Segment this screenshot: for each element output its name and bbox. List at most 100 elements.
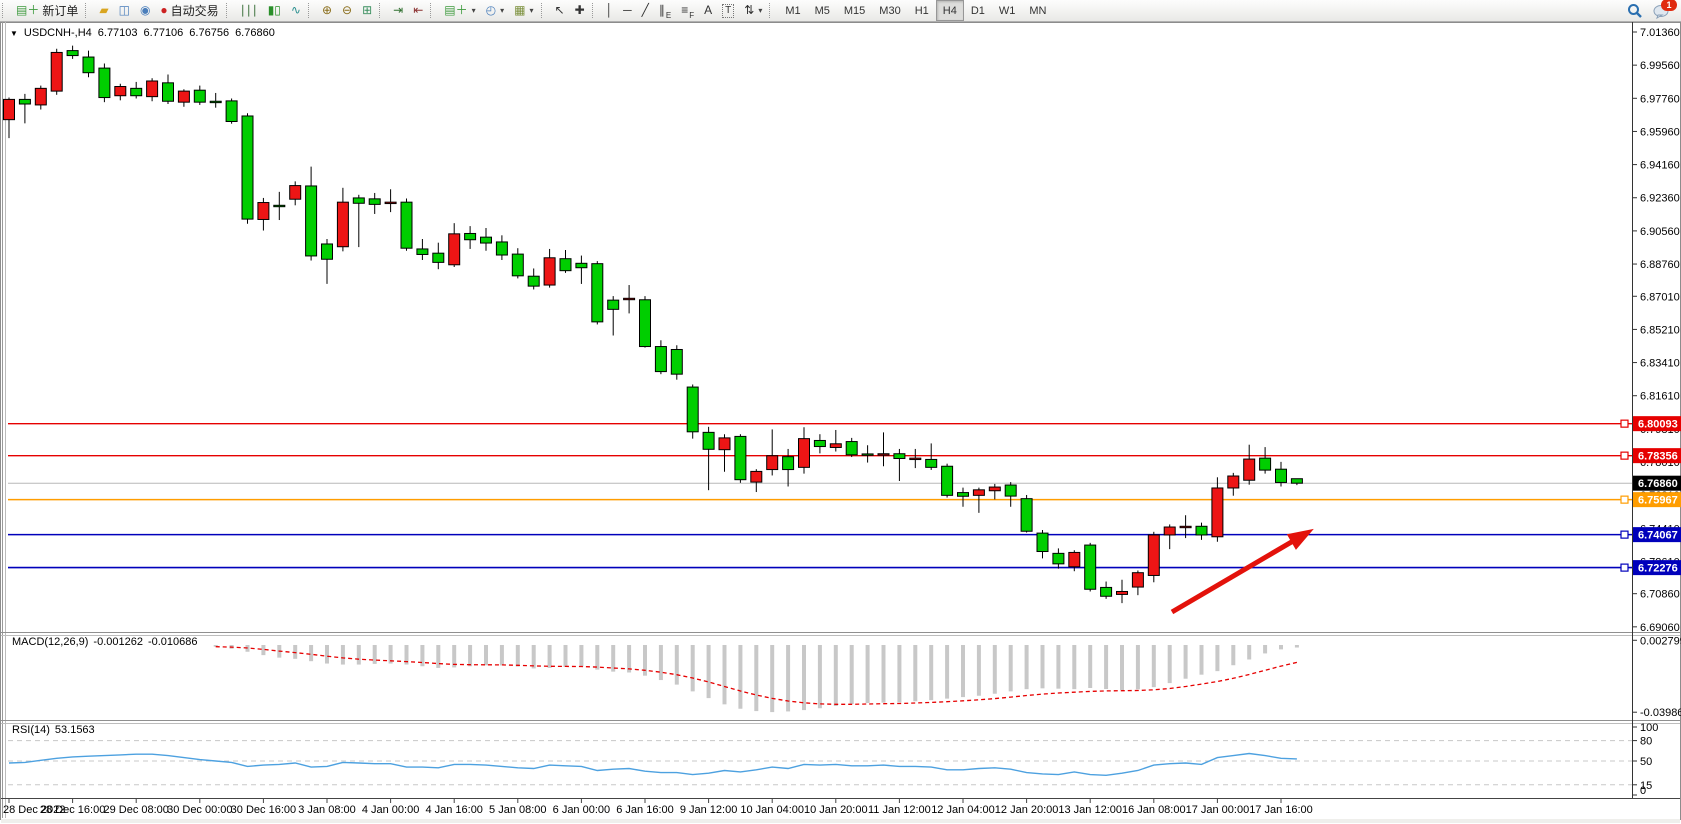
rsi-title: RSI(14) [12, 724, 50, 736]
auto-scroll-button[interactable]: ⇥ [388, 0, 408, 21]
timeframe-d1-button[interactable]: D1 [964, 0, 992, 21]
rsi-label: RSI(14)53.1563 [12, 724, 100, 736]
cursor-icon: ↖ [555, 1, 565, 20]
time-axis-label: 29 Dec 08:00 [103, 804, 168, 816]
macd-histogram-bar [913, 645, 917, 701]
time-axis-label: 6 Jan 00:00 [553, 804, 611, 816]
toolbar-group-cursor-tools: ↖✚ [550, 0, 590, 21]
horizontal-line-button[interactable]: ─ [618, 0, 637, 21]
tile-windows-button[interactable]: ⊞ [357, 0, 377, 21]
macd-histogram-bar [341, 645, 345, 665]
cursor-button[interactable]: ↖ [550, 0, 570, 21]
chevron-down-icon[interactable]: ▾ [529, 6, 533, 15]
notifications-icon[interactable]: 1 [1653, 3, 1671, 19]
trendline-button[interactable]: ╱ [637, 0, 654, 21]
timeframe-m5-button-label: M5 [815, 5, 830, 17]
text-label-button[interactable]: T [717, 0, 739, 21]
bar-chart-button[interactable]: ∣∣∣ [235, 0, 263, 21]
candle [1085, 543, 1096, 592]
close-value: 6.76860 [235, 27, 275, 39]
bottom-strip [1, 819, 1680, 823]
hline-resistance-1-handle[interactable] [1621, 420, 1628, 427]
autotrading-icon: ● [160, 1, 167, 20]
data-window-icon[interactable]: ◫ [114, 0, 135, 21]
crosshair-button[interactable]: ✚ [570, 0, 590, 21]
macd-histogram-bar [595, 645, 599, 670]
low-value: 6.76756 [189, 27, 229, 39]
hline-support-1-handle[interactable] [1621, 531, 1628, 538]
text-button[interactable]: A [699, 0, 717, 21]
zoom-out-button[interactable]: ⊖ [337, 0, 357, 21]
profiles-icon[interactable]: ▰ [94, 0, 113, 21]
periods-button[interactable]: ◴▾ [481, 0, 510, 21]
new-order-button[interactable]: ▤＋新订单 [11, 0, 83, 21]
search-icon[interactable] [1627, 3, 1643, 19]
timeframe-w1-button-label: W1 [999, 5, 1016, 17]
macd-histogram-bar [1231, 645, 1235, 665]
macd-histogram-bar [1104, 645, 1108, 689]
new-chart-button[interactable]: ▤＋▾ [439, 0, 480, 21]
text-icon: A [704, 1, 712, 20]
toolbar-separator [308, 3, 314, 18]
timeframe-mn-button-label: MN [1029, 5, 1046, 17]
chevron-down-icon[interactable]: ▾ [500, 6, 504, 15]
timeframe-m1-button[interactable]: M1 [778, 0, 807, 21]
timeframe-m5-button[interactable]: M5 [808, 0, 837, 21]
bid-price-line-price-badge-text: 6.76860 [1638, 478, 1678, 490]
toolbar-separator [226, 3, 232, 18]
macd-histogram-bar [1168, 645, 1172, 683]
timeframe-h4-button[interactable]: H4 [936, 0, 964, 21]
price-axis-label: 6.88760 [1640, 259, 1680, 271]
timeframe-m15-button[interactable]: M15 [837, 0, 872, 21]
chevron-down-icon[interactable]: ▾ [472, 6, 476, 15]
macd-histogram-bar [691, 645, 695, 691]
macd-histogram-bar [866, 645, 870, 703]
vertical-line-button[interactable]: │ [601, 0, 619, 21]
chart-canvas[interactable]: 7.013606.995606.977606.959606.941606.923… [0, 0, 1681, 824]
chart-menu-arrow-icon[interactable]: ▼ [10, 29, 18, 38]
news-icon[interactable]: ◉ [135, 0, 155, 21]
toolbar-separator [592, 3, 598, 18]
new-order-button-label: 新订单 [42, 2, 78, 19]
candlestick-chart-button[interactable]: ▮▯ [263, 0, 286, 21]
timeframe-h1-button[interactable]: H1 [908, 0, 936, 21]
time-axis-label: 28 Dec 16:00 [40, 804, 105, 816]
candle [99, 63, 110, 102]
macd-histogram-bar [802, 645, 806, 710]
chart-shift-button[interactable]: ⇤ [408, 0, 428, 21]
macd-scale-min: -0.03986 [1640, 707, 1681, 719]
zoom-in-button[interactable]: ⊕ [317, 0, 337, 21]
autotrading-button[interactable]: ●自动交易 [155, 0, 223, 21]
time-axis-label: 11 Jan 12:00 [868, 804, 931, 816]
macd-histogram-bar [659, 645, 663, 680]
toolbar-separator [379, 3, 385, 18]
macd-histogram-bar [579, 645, 583, 667]
templates-button[interactable]: ▦▾ [509, 0, 538, 21]
line-chart-icon: ∿ [291, 1, 301, 20]
macd-histogram-bar [882, 645, 886, 703]
price-axis-label: 6.81610 [1640, 391, 1680, 403]
macd-histogram-bar [945, 645, 949, 699]
timeframe-w1-button[interactable]: W1 [992, 0, 1023, 21]
timeframe-m30-button[interactable]: M30 [872, 0, 907, 21]
hline-pivot-handle[interactable] [1621, 496, 1628, 503]
macd-histogram-bar [357, 645, 361, 665]
fibonacci-button[interactable]: ≡F [676, 0, 699, 21]
toolbar-group-chart-type: ∣∣∣▮▯ ∿ [235, 0, 306, 21]
chevron-down-icon[interactable]: ▾ [758, 6, 762, 15]
periods-icon: ◴ [486, 1, 496, 20]
hline-support-2-handle[interactable] [1621, 564, 1628, 571]
vertical-line-icon: │ [606, 1, 614, 20]
hline-resistance-2-handle[interactable] [1621, 452, 1628, 459]
macd-histogram-bar [643, 645, 647, 676]
equidistant-channel-button[interactable]: ∥E [654, 0, 676, 21]
macd-histogram-bar [436, 645, 440, 668]
time-axis-label: 9 Jan 12:00 [680, 804, 738, 816]
rsi-scale-label: 100 [1640, 722, 1658, 734]
arrows-button[interactable]: ⇅▾ [739, 0, 767, 21]
timeframe-mn-button[interactable]: MN [1022, 0, 1053, 21]
macd-histogram-bar [897, 645, 901, 702]
macd-histogram-bar [1279, 645, 1283, 649]
price-axis-label: 6.99560 [1640, 60, 1680, 72]
line-chart-button[interactable]: ∿ [286, 0, 306, 21]
